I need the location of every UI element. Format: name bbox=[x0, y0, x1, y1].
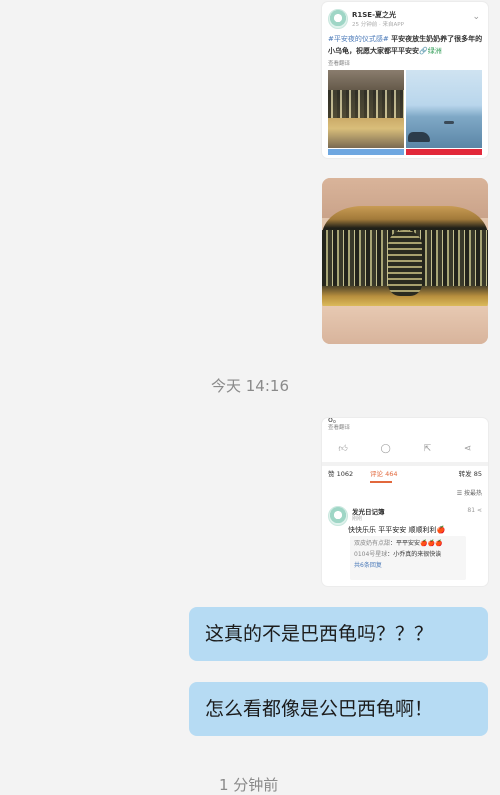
comment-replies: 双皮奶有点甜：平平安安🍎🍎🍎 0104号星球：小乔真的来很快诶 共6条回复 bbox=[350, 536, 466, 580]
post-header: R1SE-夏之光 25 分钟前 · 来自APP ⌄ bbox=[328, 9, 482, 31]
translate-link: 查看翻译 bbox=[328, 425, 351, 431]
translate-link: 查看翻译 bbox=[328, 61, 351, 67]
share-icon: ⋖ bbox=[463, 444, 472, 454]
post-meta: 25 分钟前 · 来自APP bbox=[352, 22, 404, 28]
post-stats: 赞 1062 评论 464 转发 85 bbox=[328, 468, 482, 480]
reply-item: 双皮奶有点甜：平平安安🍎🍎🍎 bbox=[354, 540, 443, 547]
timestamp: 今天 14:16 bbox=[211, 377, 289, 395]
shared-post-screenshot[interactable]: R1SE-夏之光 25 分钟前 · 来自APP ⌄ #平安夜的仪式感# 平安夜放… bbox=[322, 2, 488, 158]
comment-like-count: 81 ⋖ bbox=[467, 507, 482, 514]
avatar bbox=[328, 9, 348, 29]
comment-text: 快快乐乐 平平安安 顺顺利利🍎 bbox=[348, 526, 446, 534]
post-text: #平安夜的仪式感# 平安夜放生奶奶养了很多年的小乌龟，祝愿大家都平平安安🔗绿洲 bbox=[328, 35, 483, 55]
more-replies-link: 共6条回复 bbox=[354, 562, 382, 569]
thumb-icon: 👍︎ bbox=[338, 444, 348, 454]
shared-comments-screenshot[interactable]: ó。 查看翻译 👍︎ ◯ ⇱ ⋖ 赞 1062 评论 464 转发 85 ☰ 按… bbox=[322, 418, 488, 586]
post-image-turtle bbox=[328, 70, 404, 148]
comment-item: 发光日记簿 刚刚 81 ⋖ 快快乐乐 平平安安 顺顺利利🍎 双皮奶有点甜：平平安… bbox=[328, 504, 482, 584]
comment-icon: ◯ bbox=[380, 444, 391, 454]
comment-meta: 刚刚 bbox=[352, 516, 363, 522]
post-image-sea bbox=[406, 70, 482, 148]
sort-hot: ☰ 按最热 bbox=[456, 490, 482, 497]
reposts-count: 转发 85 bbox=[458, 470, 482, 478]
comments-count: 评论 464 bbox=[370, 470, 398, 478]
likes-count: 赞 1062 bbox=[328, 470, 354, 478]
chevron-down-icon: ⌄ bbox=[472, 12, 480, 22]
reply-item: 0104号星球：小乔真的来很快诶 bbox=[354, 551, 442, 558]
image-bar-blue bbox=[328, 149, 404, 155]
avatar bbox=[328, 506, 348, 526]
share-out-icon: ⇱ bbox=[423, 444, 432, 454]
chat-message-bubble[interactable]: 这真的不是巴西龟吗？？？ bbox=[189, 607, 488, 661]
chat-message-bubble[interactable]: 怎么看都像是公巴西龟啊！ bbox=[189, 682, 488, 736]
post-author: R1SE-夏之光 bbox=[352, 11, 396, 19]
turtle-photo[interactable] bbox=[322, 178, 488, 344]
post-actions: 👍︎ ◯ ⇱ ⋖ bbox=[322, 438, 488, 460]
image-bar-red bbox=[406, 149, 482, 155]
